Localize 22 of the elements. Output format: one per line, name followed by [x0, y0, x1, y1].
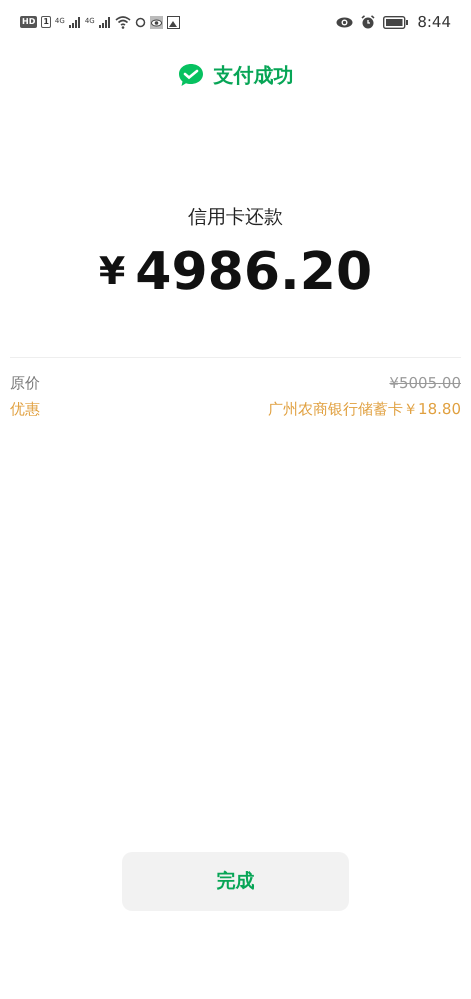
detail-label: 原价	[10, 372, 40, 394]
payment-amount: 4986.20	[135, 242, 372, 302]
wifi-icon	[114, 16, 131, 28]
signal-icon	[68, 16, 81, 28]
check-bubble-icon	[178, 63, 204, 87]
battery-icon	[383, 16, 410, 28]
image-icon	[166, 16, 180, 28]
page-title: 支付成功	[214, 62, 294, 89]
alarm-icon	[361, 15, 376, 29]
hd-badge: HD	[20, 16, 38, 28]
eye-icon	[150, 16, 163, 28]
sim-badge: 1	[41, 16, 51, 28]
currency-symbol: ¥	[98, 248, 126, 295]
original-price: ¥5005.00	[389, 372, 461, 394]
eye-icon	[336, 16, 354, 28]
clock-time: 8:44	[417, 12, 451, 33]
discount-detail: 广州农商银行储蓄卡￥18.80	[268, 399, 461, 420]
payment-label: 信用卡还款	[187, 205, 284, 230]
done-button[interactable]: 完成	[122, 852, 349, 911]
signal-icon	[98, 16, 111, 28]
ring-icon	[134, 16, 146, 28]
detail-label: 优惠	[10, 399, 40, 420]
